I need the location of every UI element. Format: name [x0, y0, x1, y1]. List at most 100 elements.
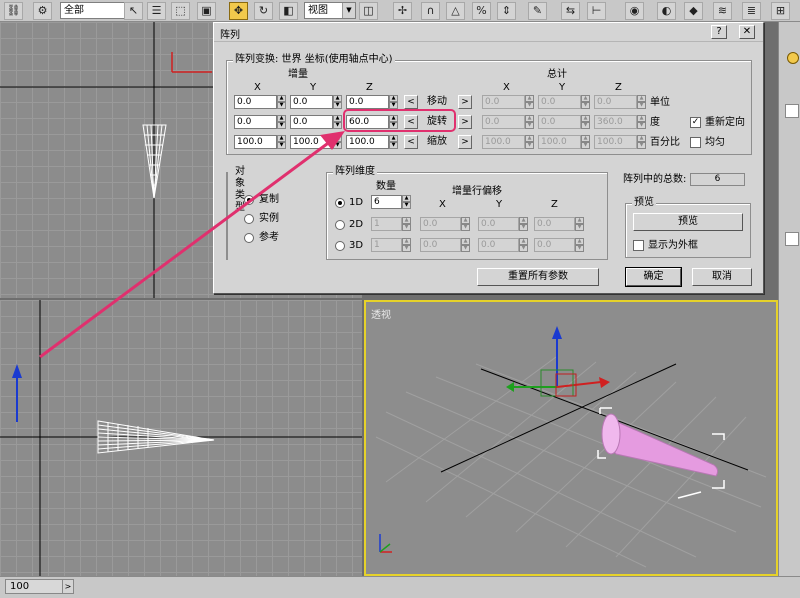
offset-3d-y-field[interactable]: 0.0 [478, 238, 519, 252]
spinner-down-icon[interactable]: ▼ [402, 224, 411, 231]
cancel-button[interactable]: 取消 [692, 268, 752, 286]
select-scale-icon[interactable]: ◧ [279, 2, 298, 20]
rotate-total-z-field[interactable]: 360.0 [594, 115, 637, 129]
spinner-down-icon[interactable]: ▼ [333, 102, 342, 109]
spinner-down-icon[interactable]: ▼ [519, 224, 528, 231]
offset-3d-z-field[interactable]: 0.0 [534, 238, 575, 252]
spinner-up-icon[interactable]: ▲ [277, 115, 286, 122]
spinner-up-icon[interactable]: ▲ [333, 95, 342, 102]
move-right-arrow-button[interactable]: > [458, 95, 472, 109]
dim-2d-radio[interactable] [335, 220, 345, 230]
offset-3d-x-spinner[interactable]: 0.0 ▲ ▼ [420, 238, 470, 252]
offset-2d-y-field[interactable]: 0.0 [478, 217, 519, 231]
scale-left-arrow-button[interactable]: < [404, 135, 418, 149]
rect-selection-icon[interactable]: ⬚ [171, 2, 190, 20]
spinner-down-icon[interactable]: ▼ [637, 142, 646, 149]
move-total-x-spinner[interactable]: 0.0 ▲ ▼ [482, 95, 534, 109]
move-total-y-field[interactable]: 0.0 [538, 95, 581, 109]
spinner-down-icon[interactable]: ▼ [525, 122, 534, 129]
frame-counter[interactable]: 100 [5, 579, 65, 594]
spinner-up-icon[interactable]: ▲ [461, 217, 470, 224]
rotate-total-y-field[interactable]: 0.0 [538, 115, 581, 129]
scale-total-z-spinner[interactable]: 100.0 ▲ ▼ [594, 135, 646, 149]
spinner-up-icon[interactable]: ▲ [637, 135, 646, 142]
viewport-left[interactable] [0, 300, 362, 576]
schematic-view-icon[interactable]: ⊞ [771, 2, 790, 20]
spinner-down-icon[interactable]: ▼ [402, 202, 411, 209]
offset-2d-z-field[interactable]: 0.0 [534, 217, 575, 231]
spinner-up-icon[interactable]: ▲ [277, 135, 286, 142]
spinner-down-icon[interactable]: ▼ [575, 224, 584, 231]
spinner-down-icon[interactable]: ▼ [402, 245, 411, 252]
spinner-down-icon[interactable]: ▼ [389, 142, 398, 149]
offset-2d-x-field[interactable]: 0.0 [420, 217, 461, 231]
rotate-total-x-field[interactable]: 0.0 [482, 115, 525, 129]
pivot-center-icon[interactable]: ◫ [359, 2, 378, 20]
uniform-checkbox[interactable] [690, 137, 701, 148]
spinner-down-icon[interactable]: ▼ [581, 142, 590, 149]
preview-button[interactable]: 预览 [633, 213, 743, 231]
spinner-up-icon[interactable]: ▲ [519, 238, 528, 245]
spinner-down-icon[interactable]: ▼ [519, 245, 528, 252]
move-total-y-spinner[interactable]: 0.0 ▲ ▼ [538, 95, 590, 109]
spinner-down-icon[interactable]: ▼ [525, 102, 534, 109]
ok-button[interactable]: 确定 [625, 267, 682, 287]
move-inc-z-field[interactable]: 0.0 [346, 95, 389, 109]
rotate-right-arrow-button[interactable]: > [458, 115, 472, 129]
move-left-arrow-button[interactable]: < [404, 95, 418, 109]
select-rotate-icon[interactable]: ↻ [254, 2, 273, 20]
spinner-snap-icon[interactable]: ⇕ [497, 2, 516, 20]
spinner-up-icon[interactable]: ▲ [637, 95, 646, 102]
bind-space-warp-icon[interactable]: ⚙ [33, 2, 52, 20]
spinner-up-icon[interactable]: ▲ [575, 238, 584, 245]
layer-manager-icon[interactable]: ≋ [713, 2, 732, 20]
window-crossing-icon[interactable]: ▣ [197, 2, 216, 20]
count-1d-field[interactable]: 6 [371, 195, 402, 209]
render-setup-icon[interactable]: ◐ [657, 2, 676, 20]
spinner-down-icon[interactable]: ▼ [333, 122, 342, 129]
move-total-z-spinner[interactable]: 0.0 ▲ ▼ [594, 95, 646, 109]
spinner-up-icon[interactable]: ▲ [402, 238, 411, 245]
percent-snap-icon[interactable]: % [472, 2, 491, 20]
spinner-down-icon[interactable]: ▼ [637, 122, 646, 129]
snap-toggle-icon[interactable]: ∩ [421, 2, 440, 20]
quick-render-icon[interactable]: ◆ [684, 2, 703, 20]
scale-inc-y-spinner[interactable]: 100.0 ▲ ▼ [290, 135, 342, 149]
rotate-inc-y-field[interactable]: 0.0 [290, 115, 333, 129]
scale-total-y-spinner[interactable]: 100.0 ▲ ▼ [538, 135, 590, 149]
command-panel-field[interactable] [785, 232, 799, 246]
count-3d-field[interactable]: 1 [371, 238, 402, 252]
spinner-up-icon[interactable]: ▲ [333, 135, 342, 142]
scale-inc-y-field[interactable]: 100.0 [290, 135, 333, 149]
spinner-up-icon[interactable]: ▲ [525, 135, 534, 142]
spinner-up-icon[interactable]: ▲ [402, 217, 411, 224]
count-2d-spinner[interactable]: 1 ▲ ▼ [371, 217, 411, 231]
align-icon[interactable]: ⊢ [587, 2, 606, 20]
offset-2d-x-spinner[interactable]: 0.0 ▲ ▼ [420, 217, 470, 231]
offset-3d-y-spinner[interactable]: 0.0 ▲ ▼ [478, 238, 528, 252]
reference-coord-dropdown[interactable]: 视图 ▼ [304, 2, 356, 19]
reset-all-params-button[interactable]: 重置所有参数 [477, 268, 599, 286]
spinner-up-icon[interactable]: ▲ [402, 195, 411, 202]
command-panel-field[interactable] [785, 104, 799, 118]
help-button[interactable]: ? [711, 25, 727, 39]
scale-total-x-field[interactable]: 100.0 [482, 135, 525, 149]
spinner-up-icon[interactable]: ▲ [581, 115, 590, 122]
spinner-up-icon[interactable]: ▲ [637, 115, 646, 122]
spinner-up-icon[interactable]: ▲ [525, 95, 534, 102]
move-inc-y-spinner[interactable]: 0.0 ▲ ▼ [290, 95, 342, 109]
dim-1d-radio[interactable] [335, 198, 345, 208]
count-2d-field[interactable]: 1 [371, 217, 402, 231]
spinner-up-icon[interactable]: ▲ [575, 217, 584, 224]
spinner-down-icon[interactable]: ▼ [333, 142, 342, 149]
spinner-down-icon[interactable]: ▼ [277, 142, 286, 149]
edit-named-selection-icon[interactable]: ✎ [528, 2, 547, 20]
spinner-down-icon[interactable]: ▼ [581, 102, 590, 109]
instance-radio[interactable] [244, 214, 254, 224]
rotate-total-z-spinner[interactable]: 360.0 ▲ ▼ [594, 115, 646, 129]
select-object-icon[interactable]: ↖ [124, 2, 143, 20]
spinner-up-icon[interactable]: ▲ [519, 217, 528, 224]
spinner-up-icon[interactable]: ▲ [581, 95, 590, 102]
spinner-down-icon[interactable]: ▼ [575, 245, 584, 252]
scale-total-z-field[interactable]: 100.0 [594, 135, 637, 149]
